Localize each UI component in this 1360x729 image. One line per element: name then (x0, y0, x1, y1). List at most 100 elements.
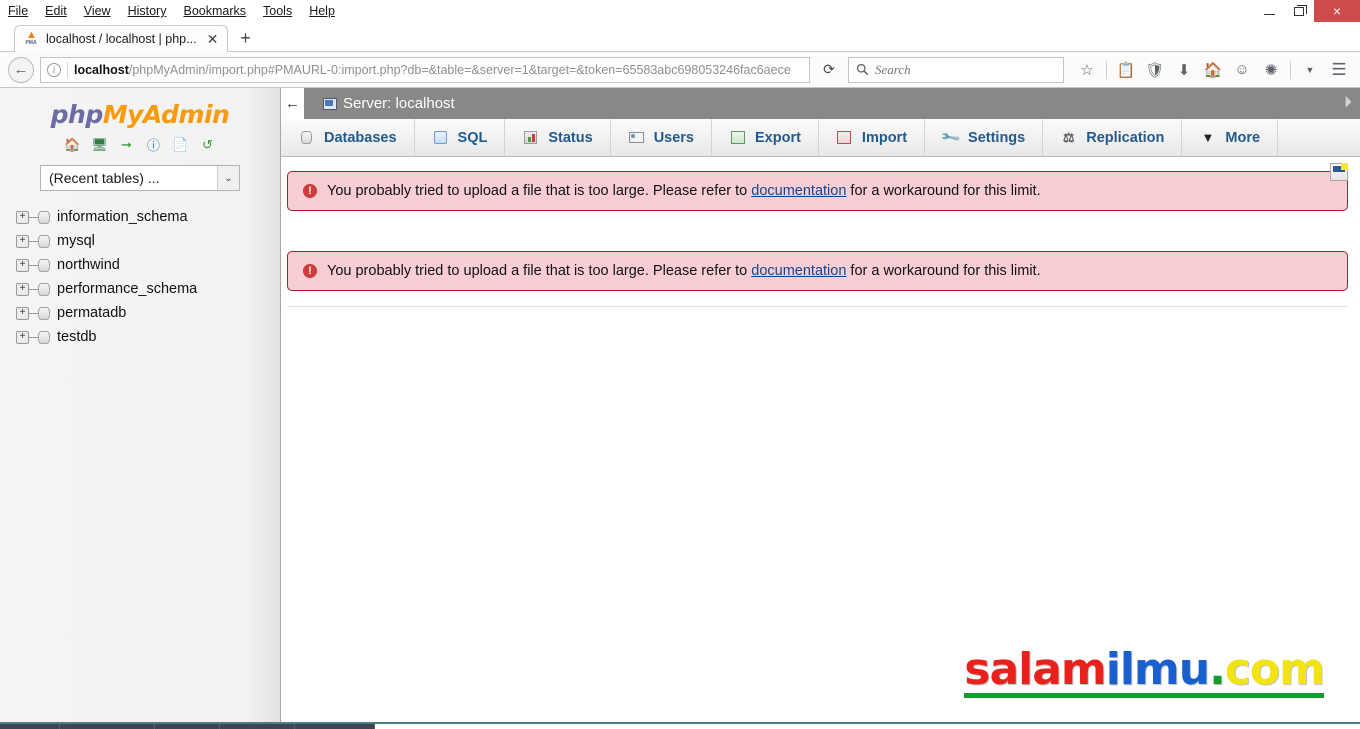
pocket-shield-icon[interactable]: 🛡 (1142, 57, 1168, 83)
error-message-1-text: You probably tried to upload a file that… (327, 183, 1041, 199)
tab-more[interactable]: ▼ More (1182, 119, 1279, 156)
expand-icon[interactable]: + (16, 306, 29, 320)
new-tab-button[interactable]: + (228, 25, 263, 52)
db-name-label: northwind (57, 257, 120, 273)
expand-icon[interactable]: + (16, 234, 29, 248)
menu-item-view[interactable]: View (84, 4, 111, 18)
sql-scroll-icon (433, 131, 447, 144)
browser-tab-active[interactable]: ▲ PMA localhost / localhost | php... ✕ (14, 25, 229, 52)
menu-bookmarks-label: Bookmarks (183, 4, 247, 18)
tab-users[interactable]: Users (611, 119, 712, 156)
tab-import[interactable]: Import (819, 119, 926, 156)
phpmyadmin-main: ← Server: localhost ⏵ Databases SQL Stat… (281, 88, 1360, 722)
export-icon (730, 131, 745, 144)
watermark-part1: salam (964, 644, 1107, 695)
browser-title-bar: File Edit View History Bookmarks Tools H… (0, 0, 1360, 22)
page-body: phpMyAdmin 🏠 🖥 ➞ ⓘ 📄 ↺ (Recent tables) .… (0, 88, 1360, 722)
content-divider (287, 306, 1348, 307)
menu-item-tools[interactable]: Tools (263, 4, 292, 18)
menu-view-label: View (83, 4, 111, 18)
site-info-icon[interactable]: i (47, 62, 61, 77)
db-tree-item-testdb[interactable]: + testdb (16, 325, 280, 349)
logout-icon[interactable]: ➞ (118, 136, 135, 153)
db-name-label: information_schema (57, 209, 188, 225)
tab-bar-filler (1278, 119, 1360, 156)
db-tree-item-information_schema[interactable]: + information_schema (16, 205, 280, 229)
taskbar-accent-line (0, 722, 1360, 724)
os-taskbar (0, 722, 1360, 729)
back-button[interactable]: ← (8, 56, 34, 83)
tab-users-label: Users (653, 129, 694, 146)
url-bar[interactable]: i localhost/phpMyAdmin/import.php#PMAURL… (40, 56, 810, 83)
tree-line (29, 216, 38, 218)
error-text-after: for a workaround for this limit. (846, 183, 1041, 199)
tab-close-icon[interactable]: ✕ (204, 32, 222, 46)
menu-help-label: Help (309, 4, 335, 18)
documentation-link[interactable]: documentation (751, 263, 846, 279)
menu-item-edit[interactable]: Edit (45, 4, 67, 18)
reading-list-icon[interactable]: 📋 (1113, 57, 1139, 83)
db-tree-item-mysql[interactable]: + mysql (16, 229, 280, 253)
reload-button[interactable]: ⟳ (816, 57, 842, 83)
console-panel-icon[interactable] (1330, 163, 1348, 181)
db-tree-item-permatadb[interactable]: + permatadb (16, 301, 280, 325)
error-icon: ! (303, 184, 317, 198)
navigation-back-button[interactable]: ← (281, 88, 304, 119)
taskbar-segment[interactable] (295, 724, 375, 729)
minimize-button[interactable] (1254, 0, 1284, 22)
console-icon[interactable]: 🖥 (91, 136, 108, 153)
menu-item-bookmarks[interactable]: Bookmarks (183, 4, 246, 18)
tree-line (29, 336, 38, 338)
expand-icon[interactable]: + (16, 330, 29, 344)
browser-tab-title: localhost / localhost | php... (46, 32, 197, 46)
close-button[interactable]: × (1314, 0, 1360, 22)
restore-button[interactable] (1284, 0, 1314, 22)
expand-icon[interactable]: + (16, 282, 29, 296)
download-icon[interactable]: ⬇ (1171, 57, 1197, 83)
hamburger-menu-icon[interactable]: ☰ (1326, 57, 1352, 83)
tab-status[interactable]: Status (505, 119, 611, 156)
scribble-icon[interactable]: ✺ (1258, 57, 1284, 83)
menu-item-history[interactable]: History (128, 4, 167, 18)
taskbar-segment[interactable] (155, 724, 220, 729)
tab-replication[interactable]: ⚖ Replication (1043, 119, 1183, 156)
collapse-panel-icon[interactable]: ⏵ (1344, 95, 1352, 111)
reload-icon[interactable]: ↺ (199, 136, 216, 153)
taskbar-segment[interactable] (220, 724, 295, 729)
url-divider (67, 61, 68, 78)
taskbar-segment[interactable] (60, 724, 155, 729)
tab-databases[interactable]: Databases (281, 119, 415, 156)
star-icon[interactable]: ☆ (1074, 57, 1100, 83)
blank-doc-icon[interactable]: 📄 (172, 136, 189, 153)
recent-tables-select[interactable]: (Recent tables) ... ⌄ (40, 165, 240, 191)
home-icon[interactable]: 🏠 (64, 136, 81, 153)
chevron-down-icon[interactable]: ⌄ (217, 166, 239, 190)
documentation-icon[interactable]: ⓘ (145, 136, 162, 153)
tree-line (29, 264, 38, 266)
toolbar-divider-2 (1290, 60, 1291, 79)
main-content-area: ! You probably tried to upload a file th… (281, 157, 1360, 722)
taskbar-segment[interactable] (0, 724, 60, 729)
error-text-before: You probably tried to upload a file that… (327, 183, 752, 199)
smiley-feedback-icon[interactable]: ☺ (1229, 57, 1255, 83)
search-input[interactable]: Search (875, 62, 911, 78)
chevron-down-icon[interactable]: ▼ (1297, 57, 1323, 83)
import-icon (837, 131, 852, 144)
menu-item-help[interactable]: Help (309, 4, 335, 18)
tab-import-label: Import (861, 129, 908, 146)
tab-settings[interactable]: 🔧 Settings (925, 119, 1044, 156)
db-tree-item-performance_schema[interactable]: + performance_schema (16, 277, 280, 301)
users-card-icon (628, 132, 644, 143)
documentation-link[interactable]: documentation (751, 183, 846, 199)
phpmyadmin-logo[interactable]: phpMyAdmin (0, 88, 280, 129)
search-bar[interactable]: Search (848, 56, 1064, 83)
tab-sql[interactable]: SQL (415, 119, 506, 156)
database-icon (38, 210, 50, 224)
expand-icon[interactable]: + (16, 258, 29, 272)
menu-item-file[interactable]: File (8, 4, 28, 18)
tab-export[interactable]: Export (712, 119, 819, 156)
db-tree-item-northwind[interactable]: + northwind (16, 253, 280, 277)
expand-icon[interactable]: + (16, 210, 29, 224)
home-icon[interactable]: 🏠 (1200, 57, 1226, 83)
